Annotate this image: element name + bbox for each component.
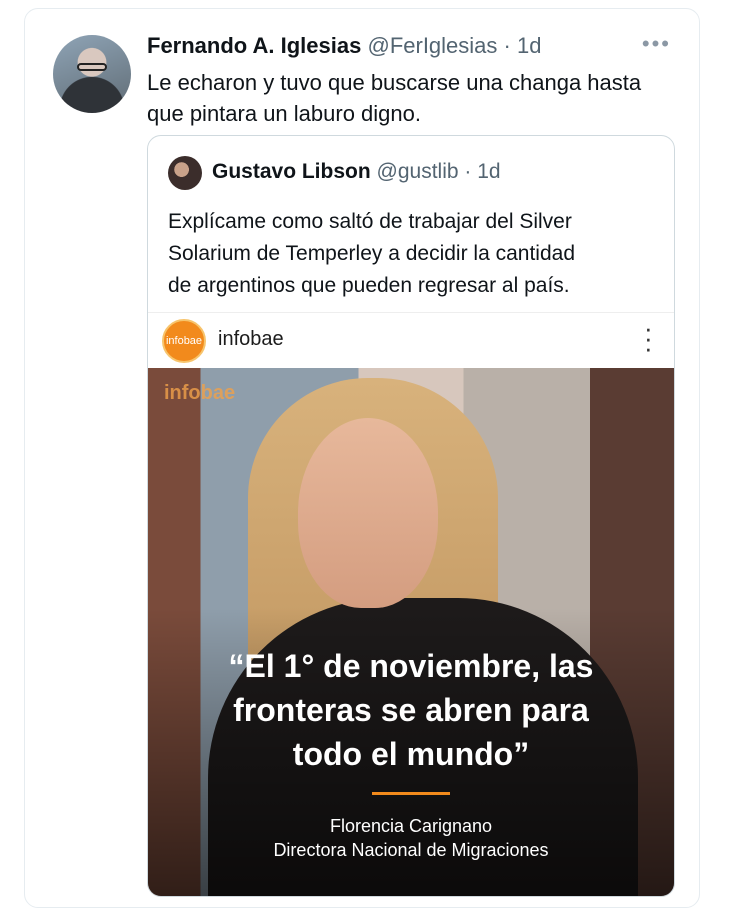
quoted-text: Explícame como saltó de trabajar del Sil… bbox=[168, 206, 658, 302]
orange-divider bbox=[372, 792, 450, 795]
tweet-card[interactable]: Fernando A. Iglesias @FerIglesias · 1d •… bbox=[24, 8, 700, 908]
embedded-image[interactable]: infobae “El 1° de noviembre, las fronter… bbox=[148, 368, 674, 896]
quoted-text-line: Solarium de Temperley a decidir la canti… bbox=[168, 242, 575, 265]
quoted-avatar[interactable] bbox=[168, 156, 202, 190]
embedded-post-header: infobae infobae · · · bbox=[148, 312, 674, 369]
image-watermark: infobae bbox=[164, 382, 236, 404]
tweet-text-line: Le echaron y tuvo que buscarse una chang… bbox=[147, 70, 642, 95]
credit-title: Directora Nacional de Migraciones bbox=[273, 840, 549, 860]
tweet-text-line: que pintara un laburo digno. bbox=[147, 101, 421, 126]
headline-line: todo el mundo” bbox=[292, 736, 530, 772]
quoted-time[interactable]: 1d bbox=[477, 160, 500, 183]
vertical-dots-icon[interactable]: · · · bbox=[644, 315, 653, 361]
headline-line: “El 1° de noviembre, las bbox=[228, 648, 594, 684]
headline-line: fronteras se abren para bbox=[233, 692, 589, 728]
image-credit: Florencia Carignano Directora Nacional d… bbox=[168, 814, 654, 862]
tweet-header: Fernando A. Iglesias @FerIglesias · 1d bbox=[147, 33, 541, 59]
quoted-author-handle[interactable]: @gustlib bbox=[377, 160, 459, 183]
portrait-face bbox=[298, 418, 438, 608]
avatar-glasses bbox=[77, 63, 107, 71]
quoted-text-line: de argentinos que pueden regresar al paí… bbox=[168, 274, 570, 297]
quoted-tweet[interactable]: Gustavo Libson @gustlib · 1d Explícame c… bbox=[147, 135, 675, 897]
quoted-author-name[interactable]: Gustavo Libson bbox=[212, 160, 371, 183]
author-handle[interactable]: @FerIglesias bbox=[367, 33, 497, 58]
quoted-time-separator: · bbox=[464, 160, 472, 183]
tweet-time[interactable]: 1d bbox=[517, 33, 541, 58]
source-name[interactable]: infobae bbox=[218, 328, 284, 351]
time-separator: · bbox=[503, 33, 511, 58]
credit-name: Florencia Carignano bbox=[329, 816, 493, 836]
quoted-text-line: Explícame como saltó de trabajar del Sil… bbox=[168, 210, 572, 233]
tweet-text: Le echaron y tuvo que buscarse una chang… bbox=[147, 67, 687, 129]
more-options-icon[interactable]: ••• bbox=[642, 31, 671, 57]
infobae-logo[interactable]: infobae bbox=[162, 319, 206, 363]
avatar[interactable] bbox=[53, 35, 131, 113]
quoted-header: Gustavo Libson @gustlib · 1d bbox=[212, 160, 501, 184]
author-name[interactable]: Fernando A. Iglesias bbox=[147, 33, 361, 58]
image-headline: “El 1° de noviembre, las fronteras se ab… bbox=[168, 644, 654, 776]
